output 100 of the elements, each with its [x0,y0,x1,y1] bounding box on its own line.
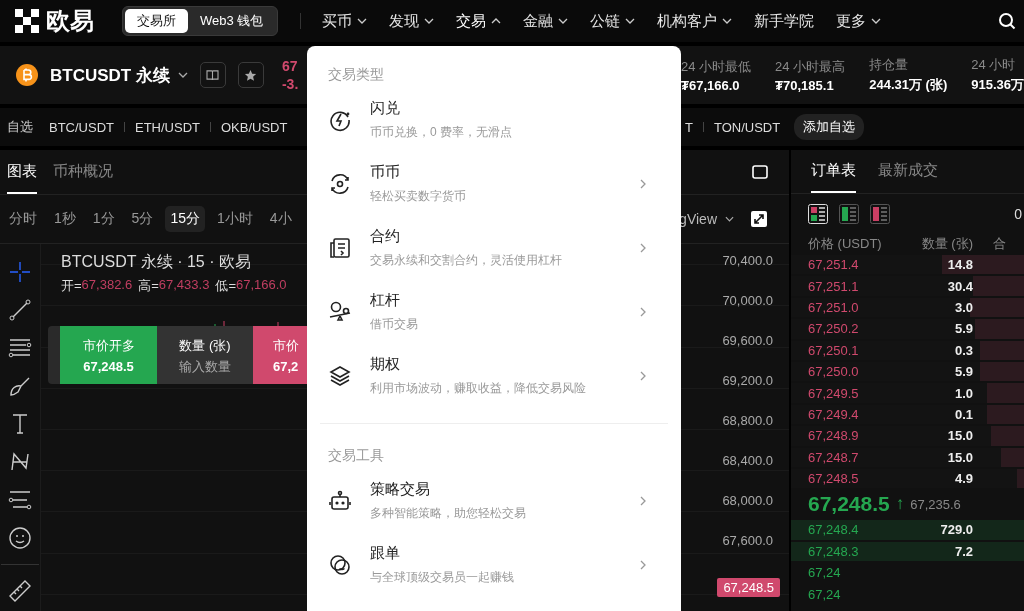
ask-quantity: 5.9 [953,321,973,337]
chevron-right-icon [640,243,646,253]
timeframe-tab[interactable]: 1秒 [49,206,81,232]
stat-value: 244.31万 (张) [869,76,948,94]
menu-section-title: 交易类型 [327,65,385,84]
ask-quantity: 15.0 [946,428,973,444]
ask-price: 67,250.1 [807,342,860,358]
book-icon [206,69,220,81]
menu-item[interactable]: 合约 交易永续和交割合约，灵活使用杠杆 [320,216,668,280]
favorite-pair[interactable]: OKB/USDT [221,119,288,135]
nav-menu-item[interactable]: 金融 [523,0,569,42]
add-favorite-button[interactable]: 添加自选 [794,114,865,140]
caret-icon [357,18,368,24]
bid-price: 67,248.4 [807,522,860,538]
favorite-pair[interactable]: TON/USDT [713,119,781,135]
crosshair-icon[interactable] [8,260,32,284]
stat-label: 24 小时最高 [775,57,846,76]
column-header: 合 [993,235,1006,253]
market-sell-button[interactable]: 市价 67,2 [253,326,307,384]
timeframe-tab[interactable]: 15分 [165,206,205,232]
quantity-label: 数量 (张) [179,336,231,355]
nav-menu-item[interactable]: 新手学院 [754,0,815,42]
ask-quantity: 15.0 [946,449,973,465]
ask-price: 67,249.5 [807,385,860,401]
order-book-tab[interactable]: 最新成交 [878,150,938,193]
caret-icon[interactable] [177,72,188,78]
order-book-tab[interactable]: 订单表 [811,150,856,193]
caret-icon [725,216,734,222]
price-axis-label: 70,400.0 [722,252,773,270]
mode-tab[interactable]: 交易所 [125,9,188,33]
caret-icon [491,18,502,24]
stat-label: 24 小时最低 [681,57,752,76]
menu-item[interactable]: 币币 轻松买卖数字货币 [320,152,668,216]
search-icon[interactable] [998,12,1016,30]
mark-price: 67,235.6 [910,496,961,512]
nav-menu-item[interactable]: 交易 [456,0,502,42]
book-button[interactable] [199,62,226,88]
price-change: -3. [281,75,299,93]
stat-label: 持仓量 [869,56,910,74]
stat-value: ₮70,185.1 [775,77,835,93]
ask-quantity: 30.4 [946,278,973,294]
timeframe-tab[interactable]: 4小 [264,206,297,232]
quantity-field[interactable]: 数量 (张) 输入数量 [157,326,253,384]
timeframe-tab[interactable]: 1小时 [211,206,258,232]
measure-lines-icon[interactable] [8,488,32,512]
ask-price: 67,248.7 [807,449,860,465]
fullscreen-icon[interactable] [750,210,768,228]
logo-icon[interactable] [15,9,39,33]
stat-value: ₮67,166.0 [681,77,741,93]
menu-item[interactable]: 策略交易 多种智能策略，助您轻松交易 [320,469,668,533]
both-sides-icon[interactable] [808,204,828,224]
ask-price: 67,251.0 [807,299,860,315]
trend-line-icon[interactable] [8,298,32,322]
ask-quantity: 0.1 [953,406,973,422]
menu-item[interactable]: 期权 利用市场波动，赚取收益，降低交易风险 [320,344,668,408]
window-icon[interactable] [752,165,768,179]
nav-menu-item[interactable]: 发现 [389,0,435,42]
nav-menu-item[interactable]: 公链 [590,0,636,42]
bid-price: 67,24 [807,565,842,581]
favorite-pair[interactable]: BTC/USDT [49,119,114,135]
emoji-icon[interactable] [8,526,32,550]
precision-selector[interactable]: 0 [1014,206,1022,222]
mode-tab[interactable]: Web3 钱包 [188,9,276,33]
menu-item[interactable]: 杠杆 借币交易 [320,280,668,344]
favorites-label[interactable]: 自选 [7,118,33,136]
favorite-pair[interactable]: T [685,119,693,135]
ask-price: 67,251.1 [807,278,860,294]
lines-icon[interactable] [8,336,32,360]
chevron-right-icon [640,496,646,506]
favorite-button[interactable] [237,62,264,88]
timeframe-tab[interactable]: 1分 [87,206,120,232]
timeframe-tab[interactable]: 5分 [126,206,159,232]
options-icon [328,364,352,388]
ohlc-label: 高= [138,277,159,295]
column-header: 数量 (张) [920,235,973,253]
panel-tab[interactable]: 图表 [7,150,37,194]
asks-only-icon[interactable] [870,204,890,224]
chart-title: BTCUSDT 永续 · 15 · 欧易 [61,252,252,272]
caret-icon [871,18,882,24]
caret-icon [558,18,569,24]
panel-tab[interactable]: 币种概况 [53,150,113,194]
quantity-input[interactable]: 输入数量 [165,358,245,374]
price-axis-label: 70,000.0 [722,292,773,310]
bids-only-icon[interactable] [839,204,859,224]
star-icon [244,68,258,82]
ask-quantity: 3.0 [953,299,973,315]
menu-section-title: 交易工具 [327,446,385,465]
nav-menu-item[interactable]: 买币 [322,0,368,42]
favorite-pair[interactable]: ETH/USDT [135,119,200,135]
symbol-name[interactable]: BTCUSDT 永续 [50,63,170,87]
nav-menu-item[interactable]: 机构客户 [657,0,733,42]
menu-item[interactable]: 闪兑 币币兑换，0 费率，无滑点 [320,88,668,152]
ask-quantity: 0.3 [953,342,973,358]
menu-item[interactable]: 跟单 与全球顶级交易员一起赚钱 [320,533,668,597]
bot-icon [328,489,352,513]
nav-menu-item[interactable]: 更多 [836,0,882,42]
timeframe-tab[interactable]: 分时 [4,206,42,232]
ruler-icon[interactable] [8,579,32,603]
price-axis-label: 69,200.0 [722,372,773,390]
logo-text[interactable]: 欧易 [46,5,94,37]
